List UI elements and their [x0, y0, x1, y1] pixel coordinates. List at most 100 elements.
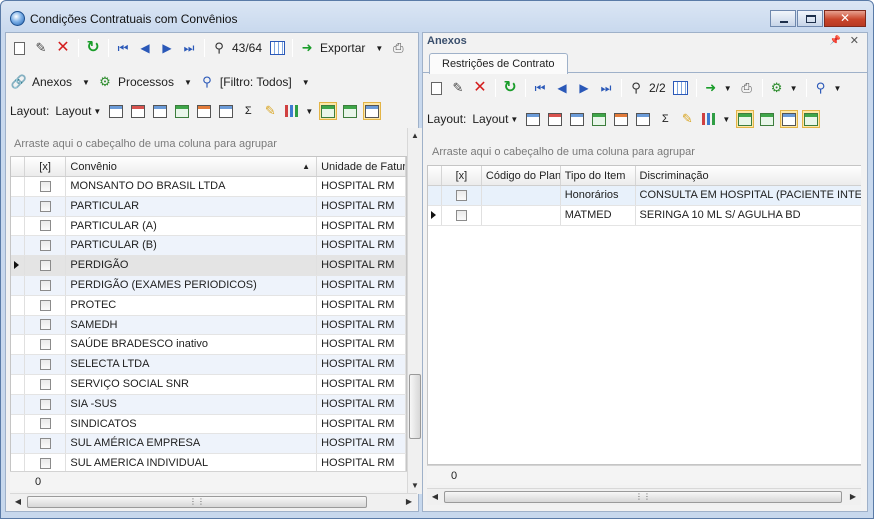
last-record-icon[interactable]: ⏭: [597, 79, 615, 97]
pin-icon[interactable]: 📌: [830, 35, 841, 46]
export-icon[interactable]: ➜: [702, 79, 720, 97]
tipo-column-header[interactable]: Tipo do Item: [561, 166, 636, 185]
codigo-column-header[interactable]: Código do Plano: [482, 166, 561, 185]
delete-icon[interactable]: ✕: [471, 79, 489, 97]
export-icon[interactable]: ➜: [298, 39, 316, 57]
table-row[interactable]: PROTEC HOSPITAL RM: [11, 295, 406, 316]
new-document-icon[interactable]: [10, 39, 28, 57]
columns-icon[interactable]: [151, 102, 169, 120]
next-record-icon[interactable]: ▶: [158, 39, 176, 57]
view-form-icon[interactable]: [758, 110, 776, 128]
refresh-icon[interactable]: ↻: [501, 79, 519, 97]
delete-icon[interactable]: ✕: [54, 39, 72, 57]
row-checkbox-cell[interactable]: [25, 216, 67, 236]
group-by-hint[interactable]: Arraste aqui o cabeçalho de uma coluna p…: [14, 138, 277, 150]
layout-save-icon[interactable]: [524, 110, 542, 128]
horizontal-scroll-thumb[interactable]: ⋮⋮: [27, 496, 367, 508]
edit-icon[interactable]: ✎: [449, 79, 467, 97]
processos-button[interactable]: Processos: [118, 75, 174, 89]
close-button[interactable]: ✕: [824, 10, 866, 27]
horizontal-scroll-thumb[interactable]: ⋮⋮: [444, 491, 842, 503]
discriminacao-column-header[interactable]: Discriminação: [636, 166, 861, 185]
highlight-icon[interactable]: ✎: [678, 110, 696, 128]
filter-icon[interactable]: ⚲: [812, 79, 830, 97]
row-checkbox-cell[interactable]: [25, 295, 67, 315]
binoculars-icon[interactable]: ⚲: [210, 39, 228, 57]
sort-icon[interactable]: [195, 102, 213, 120]
calendar-icon[interactable]: [672, 79, 690, 97]
filter-button[interactable]: [Filtro: Todos]: [220, 75, 292, 89]
table-row[interactable]: SUL AMÉRICA EMPRESA HOSPITAL RM: [11, 434, 406, 455]
group-by-hint[interactable]: Arraste aqui o cabeçalho de uma coluna p…: [432, 146, 695, 158]
layout-dropdown-icon[interactable]: ▼: [93, 107, 101, 116]
row-checkbox[interactable]: [39, 319, 51, 331]
export-dropdown-icon[interactable]: ▼: [724, 84, 732, 93]
view-grid-icon[interactable]: [736, 110, 755, 128]
row-checkbox[interactable]: [39, 359, 51, 371]
last-record-icon[interactable]: ⏭: [180, 39, 198, 57]
row-checkbox-cell[interactable]: [25, 374, 67, 394]
group-icon[interactable]: [590, 110, 608, 128]
table-row[interactable]: SAÚDE BRADESCO inativo HOSPITAL RM: [11, 335, 406, 356]
calendar-icon[interactable]: [268, 39, 286, 57]
scroll-left-icon[interactable]: ◀: [427, 489, 443, 505]
scroll-right-icon[interactable]: ▶: [401, 494, 417, 510]
row-checkbox[interactable]: [455, 189, 467, 201]
anexos-button[interactable]: Anexos: [32, 75, 72, 89]
layout-menu-button[interactable]: Layout: [55, 104, 91, 118]
layout-dropdown-icon[interactable]: ▼: [510, 115, 518, 124]
row-checkbox[interactable]: [39, 240, 51, 252]
row-checkbox[interactable]: [39, 260, 51, 272]
view-detail-icon[interactable]: [802, 110, 821, 128]
export-dropdown-icon[interactable]: ▼: [375, 44, 383, 53]
new-document-icon[interactable]: [427, 79, 445, 97]
previous-record-icon[interactable]: ◀: [553, 79, 571, 97]
row-checkbox[interactable]: [455, 209, 467, 221]
row-checkbox-cell[interactable]: [25, 196, 67, 216]
table-row[interactable]: PERDIGÃO (EXAMES PERIODICOS) HOSPITAL RM: [11, 275, 406, 296]
check-column-header[interactable]: [x]: [442, 166, 482, 185]
check-column-header[interactable]: [x]: [25, 157, 67, 176]
first-record-icon[interactable]: ⏮: [531, 79, 549, 97]
row-checkbox[interactable]: [39, 418, 51, 430]
row-checkbox-cell[interactable]: [25, 394, 67, 414]
chart-icon[interactable]: [700, 110, 718, 128]
row-checkbox[interactable]: [39, 398, 51, 410]
layout-delete-icon[interactable]: [129, 102, 147, 120]
next-record-icon[interactable]: ▶: [575, 79, 593, 97]
processes-dropdown-icon[interactable]: ▼: [790, 84, 798, 93]
sigma-icon[interactable]: Σ: [239, 102, 257, 120]
processes-icon[interactable]: ⚙: [768, 79, 786, 97]
table-row[interactable]: PARTICULAR (B) HOSPITAL RM: [11, 236, 406, 257]
scroll-down-icon[interactable]: ▼: [407, 478, 423, 494]
row-checkbox-cell[interactable]: [442, 186, 482, 205]
view-grid-icon[interactable]: [319, 102, 338, 120]
tab-restricoes-contrato[interactable]: Restrições de Contrato: [429, 53, 568, 74]
row-checkbox-cell[interactable]: [442, 205, 482, 225]
row-checkbox[interactable]: [39, 180, 51, 192]
export-button[interactable]: Exportar: [320, 41, 365, 55]
row-checkbox[interactable]: [39, 200, 51, 212]
previous-record-icon[interactable]: ◀: [136, 39, 154, 57]
binoculars-icon[interactable]: ⚲: [627, 79, 645, 97]
table-row[interactable]: PARTICULAR (A) HOSPITAL RM: [11, 216, 406, 237]
row-checkbox[interactable]: [39, 339, 51, 351]
row-checkbox-cell[interactable]: [25, 335, 67, 355]
table-row[interactable]: SELECTA LTDA HOSPITAL RM: [11, 355, 406, 375]
table-row[interactable]: SAMEDH HOSPITAL RM: [11, 315, 406, 336]
row-checkbox[interactable]: [39, 299, 51, 311]
row-checkbox[interactable]: [39, 438, 51, 450]
filter-dropdown-icon[interactable]: ▼: [834, 84, 842, 93]
convenios-horizontal-scrollbar[interactable]: ◀ ⋮⋮ ▶: [10, 493, 417, 510]
row-checkbox[interactable]: [39, 378, 51, 390]
scroll-right-icon[interactable]: ▶: [845, 489, 861, 505]
processos-dropdown-icon[interactable]: ▼: [184, 78, 192, 87]
view-split-icon[interactable]: [780, 110, 799, 128]
unidade-column-header[interactable]: Unidade de Fatura: [317, 157, 406, 176]
columns-icon[interactable]: [568, 110, 586, 128]
group-icon[interactable]: [173, 102, 191, 120]
row-checkbox-cell[interactable]: [25, 256, 67, 275]
printer-icon[interactable]: ⎙: [389, 39, 407, 57]
restricoes-horizontal-scrollbar[interactable]: ◀ ⋮⋮ ▶: [427, 488, 861, 505]
row-checkbox[interactable]: [39, 458, 51, 470]
